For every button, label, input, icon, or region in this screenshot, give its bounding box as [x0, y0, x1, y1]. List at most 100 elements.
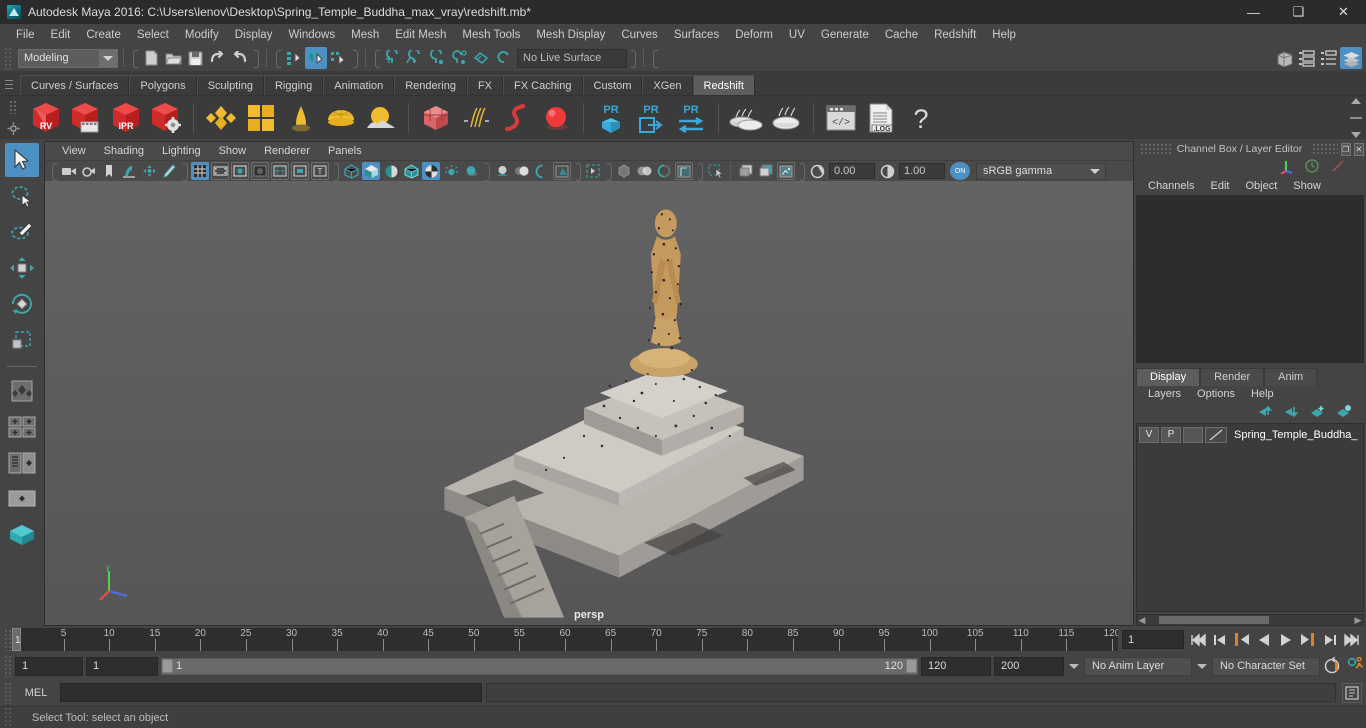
shelf-tab-sculpting[interactable]: Sculpting	[196, 75, 264, 95]
wireframe-on-shaded-icon[interactable]	[402, 162, 420, 180]
range-start-handle[interactable]	[162, 659, 173, 673]
shelf-tab-xgen[interactable]: XGen	[642, 75, 693, 95]
move-layer-down-icon[interactable]	[1283, 404, 1300, 421]
smooth-shade-all-icon[interactable]	[362, 162, 380, 180]
camera-attributes-icon[interactable]	[80, 162, 98, 180]
step-back-key-icon[interactable]	[1232, 630, 1252, 649]
command-input[interactable]	[60, 683, 482, 702]
shelf-grip[interactable]	[4, 73, 14, 95]
camera-select-icon[interactable]	[60, 162, 78, 180]
viewport-menu-show[interactable]: Show	[210, 145, 256, 157]
viewport-display-override-icon[interactable]	[675, 162, 693, 180]
redshift-log-file-icon[interactable]: .LOG	[861, 98, 901, 138]
select-by-hierarchy-icon[interactable]	[283, 47, 305, 69]
current-frame-field[interactable]: 1	[1122, 630, 1184, 649]
range-slider-grip[interactable]	[4, 655, 12, 677]
redshift-help-icon[interactable]: ?	[901, 98, 941, 138]
redshift-bake-icon[interactable]	[766, 98, 806, 138]
panel-grip-right[interactable]	[1312, 143, 1338, 155]
viewport-menu-view[interactable]: View	[53, 145, 95, 157]
channel-menu-object[interactable]: Object	[1237, 180, 1285, 192]
redshift-sphere-red-icon[interactable]	[536, 98, 576, 138]
paint-select-tool[interactable]	[5, 215, 39, 249]
menu-deform[interactable]: Deform	[727, 27, 781, 43]
last-tool-used[interactable]	[5, 374, 39, 408]
script-editor-icon[interactable]	[1342, 682, 1362, 703]
play-forwards-icon[interactable]	[1276, 630, 1296, 649]
command-line-grip[interactable]	[4, 681, 12, 704]
use-default-lighting-icon[interactable]	[442, 162, 460, 180]
two-d-pan-zoom-icon[interactable]	[140, 162, 158, 180]
menu-cache[interactable]: Cache	[877, 27, 926, 43]
axis-tripod-icon[interactable]	[1278, 158, 1294, 177]
shelf-tab-rigging[interactable]: Rigging	[263, 75, 324, 95]
layer-menu-layers[interactable]: Layers	[1140, 388, 1189, 400]
show-hide-tool-settings-icon[interactable]	[1318, 47, 1340, 69]
select-tool[interactable]	[5, 143, 39, 177]
viewport-menu-lighting[interactable]: Lighting	[153, 145, 210, 157]
rotate-tool[interactable]	[5, 287, 39, 321]
menu-windows[interactable]: Windows	[280, 27, 343, 43]
range-end-handle[interactable]	[906, 659, 917, 673]
shelf-scroll-down-icon[interactable]	[1351, 132, 1361, 138]
move-layer-up-icon[interactable]	[1257, 404, 1274, 421]
menu-create[interactable]: Create	[78, 27, 129, 43]
shelf-tab-animation[interactable]: Animation	[323, 75, 395, 95]
multisample-anti-aliasing-icon[interactable]	[533, 162, 551, 180]
save-scene-icon[interactable]	[184, 47, 206, 69]
select-camera-icon[interactable]	[706, 162, 724, 180]
redo-icon[interactable]	[228, 47, 250, 69]
play-backwards-icon[interactable]	[1254, 630, 1274, 649]
redshift-bake-set-icon[interactable]	[726, 98, 766, 138]
redshift-proxy-transfer-pr-icon[interactable]: PR	[671, 98, 711, 138]
menu-redshift[interactable]: Redshift	[926, 27, 984, 43]
menu-select[interactable]: Select	[129, 27, 177, 43]
redshift-proxy-import-pr-icon[interactable]: PR	[631, 98, 671, 138]
statusline-grip[interactable]	[4, 47, 12, 69]
redshift-sun-sky-icon[interactable]	[361, 98, 401, 138]
go-to-start-icon[interactable]	[1188, 630, 1208, 649]
show-hide-channel-box-icon[interactable]	[1340, 47, 1362, 69]
lasso-select-tool[interactable]	[5, 179, 39, 213]
undo-icon[interactable]	[206, 47, 228, 69]
xray-joints-icon[interactable]	[635, 162, 653, 180]
time-slider-track[interactable]: 1 5 10 15 20 25 30 35 40 45 50 55 60 65 70 75 80 85 90 95 1…	[12, 628, 1118, 651]
shelf-tab-custom[interactable]: Custom	[582, 75, 643, 95]
layer-color-swatch[interactable]	[1205, 426, 1227, 443]
snap-to-grid-icon[interactable]	[382, 47, 404, 69]
layer-display-type-toggle[interactable]	[1183, 426, 1203, 443]
auto-keyframe-icon[interactable]	[1323, 657, 1343, 676]
safe-title-icon[interactable]: T	[311, 162, 329, 180]
four-view-layout[interactable]	[5, 410, 39, 444]
new-layer-icon[interactable]	[1309, 404, 1326, 421]
character-set-selector[interactable]: No Character Set	[1212, 656, 1320, 676]
hypershade-layout[interactable]	[5, 518, 39, 552]
step-forward-key-icon[interactable]	[1298, 630, 1318, 649]
menu-help[interactable]: Help	[984, 27, 1024, 43]
new-scene-icon[interactable]	[140, 47, 162, 69]
show-hide-modeling-toolkit-icon[interactable]	[1274, 47, 1296, 69]
character-set-chevron-icon[interactable]	[1195, 664, 1209, 669]
snap-to-curve-icon[interactable]	[404, 47, 426, 69]
channel-menu-show[interactable]: Show	[1285, 180, 1329, 192]
redshift-render-sequence-icon[interactable]	[66, 98, 106, 138]
viewport-menu-shading[interactable]: Shading	[95, 145, 153, 157]
redshift-material-icon[interactable]	[201, 98, 241, 138]
viewport-menu-renderer[interactable]: Renderer	[255, 145, 319, 157]
maximize-button[interactable]: ❑	[1276, 0, 1321, 24]
bookmark-icon[interactable]	[100, 162, 118, 180]
redshift-proxy-cube-icon[interactable]	[416, 98, 456, 138]
depth-of-field-icon[interactable]	[553, 162, 571, 180]
resolution-gate-icon[interactable]	[231, 162, 249, 180]
shelf-tab-redshift[interactable]: Redshift	[692, 75, 755, 95]
menu-mesh[interactable]: Mesh	[343, 27, 387, 43]
panel-grip[interactable]	[1140, 143, 1173, 155]
exposure-field[interactable]: 0.00	[829, 163, 875, 179]
open-scene-icon[interactable]	[162, 47, 184, 69]
red-slash-icon[interactable]	[1330, 158, 1346, 177]
viewport-snapshot-icon[interactable]	[777, 162, 795, 180]
grease-pencil-icon[interactable]	[160, 162, 178, 180]
xray-icon[interactable]	[615, 162, 633, 180]
layer-menu-options[interactable]: Options	[1189, 388, 1243, 400]
menu-file[interactable]: File	[8, 27, 43, 43]
